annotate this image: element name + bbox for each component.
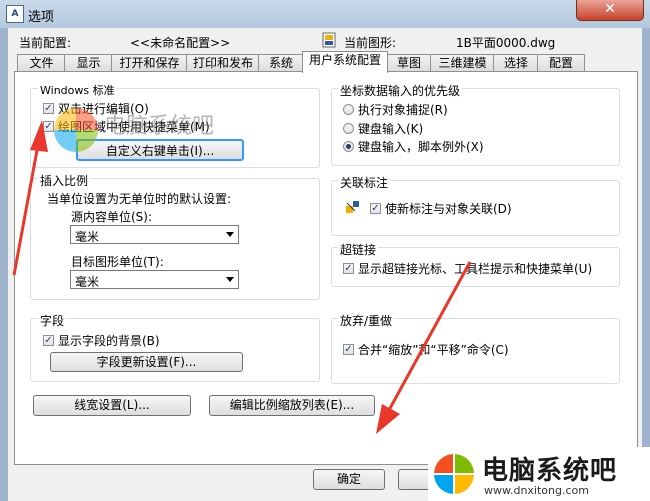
tab-user-preferences[interactable]: 用户系统配置: [302, 51, 388, 73]
watermark-url: www.dnxitong.com: [484, 484, 589, 497]
annotation-arrows: [12, 120, 472, 434]
watermark-cn: 电脑系统吧: [482, 456, 618, 486]
windows-logo-icon: [432, 452, 476, 496]
arrow-right-icon: [376, 261, 472, 434]
arrow-left-icon: [12, 120, 48, 276]
